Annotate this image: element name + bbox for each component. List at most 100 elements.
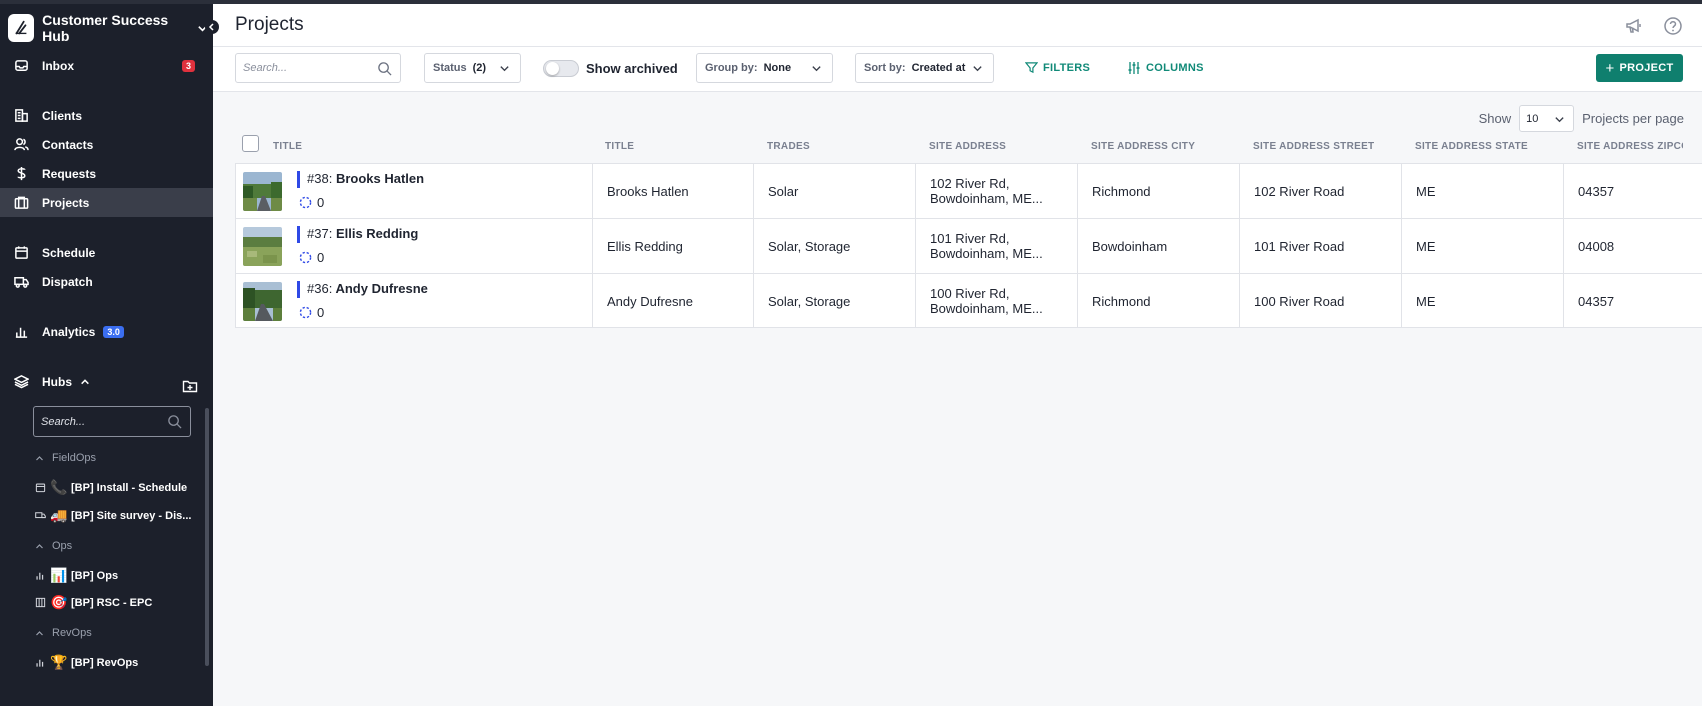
status-count: (2) [472,62,487,74]
task-progress: 0 [299,250,324,265]
hub-group-revops[interactable]: RevOps [35,627,92,639]
sort-by-value: Created at [911,62,966,74]
inbox-count-badge: 3 [181,59,195,72]
sidebar-item-contacts[interactable]: Contacts [0,130,213,159]
project-number: #37: [307,226,333,241]
sidebar-item-hubs[interactable]: Hubs [0,367,120,396]
cell-title: Ellis Redding [592,219,754,273]
truck-emoji-icon: 🚚 [50,507,68,523]
hub-item-label: [BP] RevOps [71,656,139,669]
hub-item-install-schedule[interactable]: 📞 [BP] Install - Schedule [35,479,187,496]
workspace-logo-icon [8,14,35,42]
hub-group-label: Ops [52,540,73,552]
project-title-link[interactable]: #37: Ellis Redding [297,226,418,243]
address-line-2: Bowdoinham, ME... [930,301,1043,316]
column-header-site-address[interactable]: SITE ADDRESS [929,141,1006,152]
hub-item-revops[interactable]: 🏆 [BP] RevOps [35,654,138,671]
search-input[interactable]: Search... [235,53,401,83]
workspace-switcher[interactable]: Customer Success Hub [8,12,208,44]
columns-button[interactable]: COLUMNS [1127,61,1204,75]
project-title-link[interactable]: #38: Brooks Hatlen [297,171,424,188]
sort-by-label: Sort by: [864,62,906,74]
table-header: TITLE TITLE TRADES SITE ADDRESS SITE ADD… [235,128,1702,163]
phone-emoji-icon: 📞 [50,479,68,495]
table-row[interactable]: #37: Ellis Redding 0 Ellis Redding Solar… [235,218,1702,273]
sidebar-item-analytics[interactable]: Analytics 3.0 [0,317,213,346]
hub-group-fieldops[interactable]: FieldOps [35,452,96,464]
project-thumbnail-image [243,227,282,266]
page-title: Projects [235,14,304,35]
table-row[interactable]: #38: Brooks Hatlen 0 Brooks Hatlen Solar… [235,163,1702,218]
sidebar-item-label: Requests [42,166,97,181]
chevron-up-icon [36,455,43,460]
column-header-title-2[interactable]: TITLE [605,141,634,152]
hubs-search-input[interactable]: Search... [33,406,191,437]
show-archived-toggle[interactable] [543,60,579,77]
sidebar-item-schedule[interactable]: Schedule [0,238,213,267]
sidebar-item-clients[interactable]: Clients [0,101,213,130]
column-header-site-address-zipcode[interactable]: SITE ADDRESS ZIPCODE [1577,141,1683,152]
progress-circle-icon [299,306,312,319]
sidebar-item-dispatch[interactable]: Dispatch [0,267,213,296]
truck-icon [13,274,29,290]
column-header-trades[interactable]: TRADES [767,141,810,152]
pager-suffix-label: Projects per page [1582,111,1684,126]
task-count: 0 [317,305,325,320]
sidebar-item-inbox[interactable]: Inbox 3 [0,51,213,80]
column-header-site-address-city[interactable]: SITE ADDRESS CITY [1091,141,1195,152]
column-header-title[interactable]: TITLE [273,141,302,152]
help-icon[interactable] [1663,16,1683,36]
sidebar-item-projects[interactable]: Projects [0,188,213,217]
collapse-sidebar-icon[interactable] [205,20,219,34]
sidebar-item-label: Inbox [42,58,74,73]
status-filter-select[interactable]: Status (2) [424,53,521,83]
show-archived-label: Show archived [586,61,678,76]
cell-site-address: 101 River Rd, Bowdoinham, ME... [916,219,1078,273]
filter-icon [1025,62,1038,74]
cell-site-address: 102 River Rd, Bowdoinham, ME... [916,164,1078,218]
task-count: 0 [317,195,325,210]
sort-by-select[interactable]: Sort by: Created at [855,53,994,83]
sidebar-item-label: Contacts [42,137,94,152]
add-folder-icon[interactable] [182,378,198,394]
hub-item-rsc-epc[interactable]: 🎯 [BP] RSC - EPC [35,594,152,611]
hub-item-site-survey[interactable]: 🚚 [BP] Site survey - Dis... [35,507,191,524]
filters-button[interactable]: FILTERS [1025,61,1090,74]
hub-item-ops[interactable]: 📊 [BP] Ops [35,567,118,584]
progress-circle-icon [299,251,312,264]
inbox-icon [13,58,29,74]
bar-chart-icon [35,570,46,581]
project-title-link[interactable]: #36: Andy Dufresne [297,281,428,298]
project-thumbnail-image [243,172,282,211]
columns-label: COLUMNS [1146,62,1204,74]
add-project-button[interactable]: + PROJECT [1596,54,1683,82]
group-by-label: Group by: [705,62,758,74]
cell-street: 100 River Road [1240,274,1402,328]
page-header: Projects [213,4,1702,47]
calendar-icon [13,245,29,261]
toggle-knob [546,62,559,75]
table-row[interactable]: #36: Andy Dufresne 0 Andy Dufresne Solar… [235,273,1702,328]
column-header-site-address-street[interactable]: SITE ADDRESS STREET [1253,141,1374,152]
cell-state: ME [1402,164,1564,218]
cell-street: 102 River Road [1240,164,1402,218]
cell-city: Richmond [1078,164,1240,218]
column-header-site-address-state[interactable]: SITE ADDRESS STATE [1415,141,1528,152]
select-all-checkbox[interactable] [242,135,259,152]
megaphone-icon[interactable] [1624,16,1644,36]
cell-state: ME [1402,274,1564,328]
cell-state: ME [1402,219,1564,273]
cell-title: Andy Dufresne [592,274,754,328]
sidebar-scrollbar[interactable] [205,408,209,666]
sidebar-item-requests[interactable]: Requests [0,159,213,188]
chevron-down-icon [811,63,822,77]
hub-group-label: RevOps [52,627,92,639]
group-by-select[interactable]: Group by: None [696,53,833,83]
plus-icon: + [1605,59,1615,77]
sidebar-item-label: Dispatch [42,274,93,289]
users-icon [13,137,29,153]
search-placeholder: Search... [243,62,288,74]
hub-group-ops[interactable]: Ops [35,540,72,552]
projects-icon [13,195,29,211]
sidebar-item-label: Analytics [42,324,96,339]
